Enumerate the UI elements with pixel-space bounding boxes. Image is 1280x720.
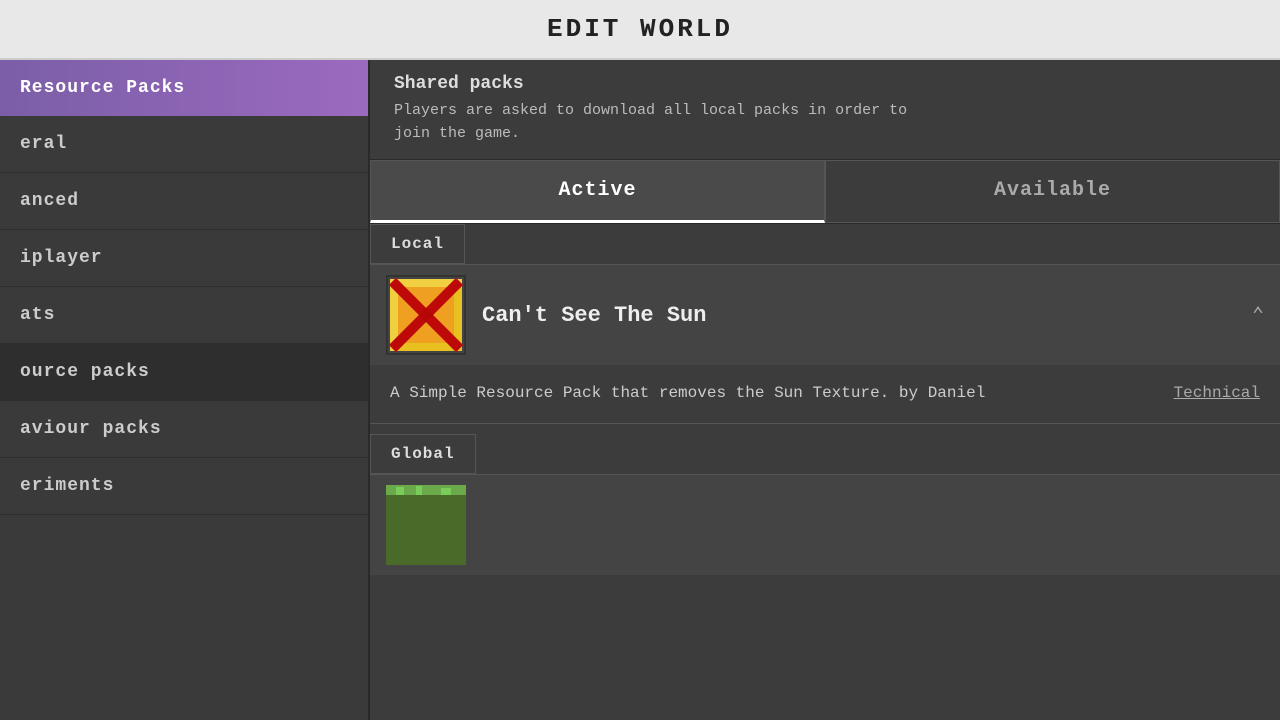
pack-description-text: A Simple Resource Pack that removes the … <box>390 381 1164 407</box>
sidebar-item-behaviour-packs[interactable]: aviour packs <box>0 401 368 458</box>
pack-description-area: A Simple Resource Pack that removes the … <box>370 365 1280 423</box>
sidebar-item-multiplayer[interactable]: iplayer <box>0 230 368 287</box>
tabs-container: Active Available <box>370 160 1280 224</box>
content-area[interactable]: Local <box>370 224 1280 720</box>
main-content: Shared packs Players are asked to downlo… <box>370 60 1280 720</box>
global-section-header-row: Global <box>370 434 1280 475</box>
global-pack-preview[interactable] <box>370 475 1280 575</box>
main-layout: Resource Packs eral anced iplayer ats ou… <box>0 60 1280 720</box>
local-section-header-row: Local <box>370 224 1280 265</box>
sidebar-item-advanced[interactable]: anced <box>0 173 368 230</box>
shared-packs-description: Players are asked to download all local … <box>394 100 1256 145</box>
pack-item-cant-see-sun: Can't See The Sun ⌃ A Simple Resource Pa… <box>370 265 1280 424</box>
sidebar: Resource Packs eral anced iplayer ats ou… <box>0 60 370 720</box>
shared-packs-title: Shared packs <box>394 74 1256 94</box>
global-section-label: Global <box>370 434 476 474</box>
shared-packs-info: Shared packs Players are asked to downlo… <box>370 60 1280 160</box>
pack-name-cant-see-sun: Can't See The Sun <box>482 303 1252 328</box>
tab-available[interactable]: Available <box>825 160 1280 223</box>
sidebar-item-resource-packs-highlighted[interactable]: Resource Packs <box>0 60 368 116</box>
sidebar-item-experiments[interactable]: eriments <box>0 458 368 515</box>
global-pack-icon <box>386 485 466 565</box>
pack-expand-icon[interactable]: ⌃ <box>1252 302 1264 328</box>
sidebar-item-general[interactable]: eral <box>0 116 368 173</box>
sidebar-item-resource-packs[interactable]: ource packs <box>0 344 368 401</box>
local-section-label: Local <box>370 224 465 264</box>
technical-link[interactable]: Technical <box>1174 381 1260 407</box>
pack-item-header[interactable]: Can't See The Sun ⌃ <box>370 265 1280 365</box>
page-title: EDIT WORLD <box>547 14 733 44</box>
tab-active[interactable]: Active <box>370 160 825 223</box>
page-header: EDIT WORLD <box>0 0 1280 60</box>
global-section: Global <box>370 434 1280 575</box>
sidebar-item-cheats[interactable]: ats <box>0 287 368 344</box>
pack-icon-cant-see-sun <box>386 275 466 355</box>
